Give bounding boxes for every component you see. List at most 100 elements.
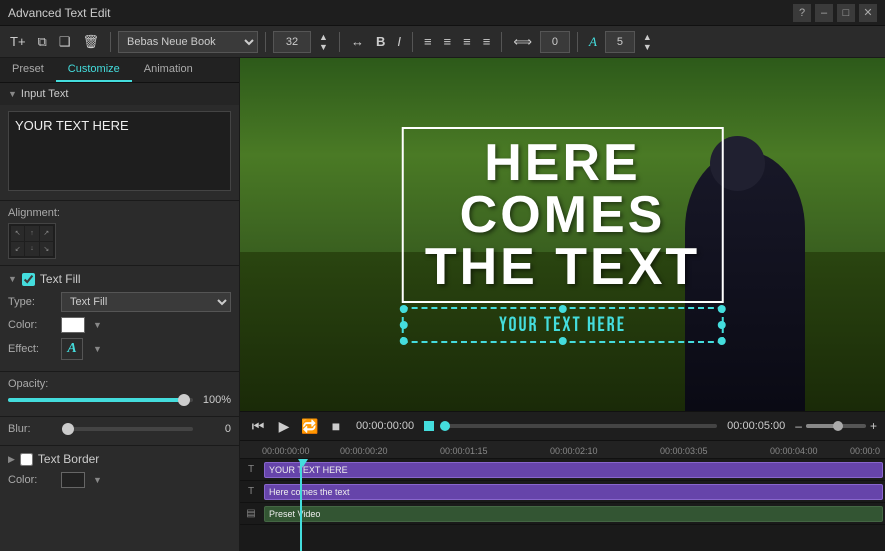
tab-preset[interactable]: Preset bbox=[0, 58, 56, 82]
minimize-button[interactable]: – bbox=[815, 4, 833, 22]
title-bar-controls: ? – □ ✕ bbox=[793, 4, 877, 22]
overlay-sub-text-box[interactable]: YOUR TEXT HERE bbox=[401, 307, 724, 343]
border-dropdown-arrow[interactable]: ▼ bbox=[93, 475, 102, 485]
track-row-2: ▤ Preset Video bbox=[240, 503, 885, 525]
separator-6 bbox=[577, 32, 578, 52]
effect-button[interactable]: A bbox=[61, 338, 83, 360]
color-label: Color: bbox=[8, 319, 53, 331]
align-center-button[interactable]: ≡ bbox=[440, 32, 456, 51]
effect-label: Effect: bbox=[8, 343, 53, 355]
justify-button[interactable]: ≡ bbox=[479, 32, 495, 51]
handle-top-left[interactable] bbox=[399, 305, 407, 313]
font-family-select[interactable]: Bebas Neue Book bbox=[118, 31, 258, 53]
track-content-0: YOUR TEXT HERE bbox=[262, 462, 885, 478]
add-text-button[interactable]: T+ bbox=[6, 32, 30, 51]
opacity-input[interactable] bbox=[540, 31, 570, 53]
text-fill-header: ▼ Text Fill bbox=[8, 272, 231, 286]
handle-middle-left[interactable] bbox=[399, 321, 407, 329]
paste-button[interactable]: ❑ bbox=[55, 32, 75, 52]
skip-start-button[interactable]: ⏮ bbox=[248, 416, 268, 436]
opacity-value: 100% bbox=[199, 394, 231, 406]
color-swatch[interactable] bbox=[61, 317, 85, 333]
help-button[interactable]: ? bbox=[793, 4, 811, 22]
input-text-area: YOUR TEXT HERE bbox=[0, 105, 239, 201]
handle-middle-right[interactable] bbox=[718, 321, 726, 329]
progress-thumb[interactable] bbox=[440, 421, 450, 431]
clip-label-2: Preset Video bbox=[269, 509, 320, 519]
text-effect-up[interactable]: ▲▼ bbox=[639, 30, 656, 54]
type-label: Type: bbox=[8, 296, 53, 308]
align-bottom-center[interactable]: ↓ bbox=[25, 242, 38, 257]
text-fill-checkbox[interactable] bbox=[22, 273, 35, 286]
clip-0[interactable]: YOUR TEXT HERE bbox=[264, 462, 883, 478]
text-effect-button[interactable]: A bbox=[585, 32, 601, 52]
handle-bottom-middle[interactable] bbox=[559, 337, 567, 345]
text-border-label: Text Border bbox=[38, 452, 99, 466]
align-left-button[interactable]: ≡ bbox=[420, 32, 436, 51]
border-color-swatch[interactable] bbox=[61, 472, 85, 488]
bold-button[interactable]: B bbox=[372, 32, 389, 51]
ruler-mark-2: 00:00:01:15 bbox=[440, 446, 488, 456]
total-time: 00:00:05:00 bbox=[727, 420, 785, 432]
ruler-mark-6: 00:00:0 bbox=[850, 446, 880, 456]
tab-customize[interactable]: Customize bbox=[56, 58, 132, 82]
align-top-center[interactable]: ↑ bbox=[25, 226, 38, 241]
separator-4 bbox=[412, 32, 413, 52]
text-fill-arrow: ▼ bbox=[8, 274, 17, 284]
type-select[interactable]: Text Fill bbox=[61, 292, 231, 312]
align-top-right[interactable]: ↗ bbox=[40, 226, 53, 241]
spacing-button[interactable]: ⟺ bbox=[509, 32, 536, 52]
text-effect-value[interactable] bbox=[605, 31, 635, 53]
input-text-label: Input Text bbox=[21, 88, 69, 100]
close-button[interactable]: ✕ bbox=[859, 4, 877, 22]
color-dropdown-arrow[interactable]: ▼ bbox=[93, 320, 102, 330]
color-row: Color: ▼ bbox=[8, 317, 231, 333]
handle-bottom-left[interactable] bbox=[399, 337, 407, 345]
progress-track[interactable] bbox=[440, 424, 717, 428]
align-bottom-right[interactable]: ↘ bbox=[40, 242, 53, 257]
blur-thumb[interactable] bbox=[62, 423, 74, 435]
alignment-section: Alignment: ↖ ↑ ↗ ↙ ↓ ↘ bbox=[0, 201, 239, 266]
border-color-row: Color: ▼ bbox=[8, 472, 231, 488]
tab-animation[interactable]: Animation bbox=[132, 58, 205, 82]
text-input[interactable]: YOUR TEXT HERE bbox=[8, 111, 231, 191]
alignment-grid: ↖ ↑ ↗ ↙ ↓ ↘ bbox=[8, 223, 56, 259]
copy-button[interactable]: ⧉ bbox=[34, 32, 51, 52]
zoom-out-button[interactable]: – bbox=[795, 419, 802, 433]
input-text-header[interactable]: ▼ Input Text bbox=[0, 83, 239, 105]
timeline: 00:00:00:00 00:00:00:20 00:00:01:15 00:0… bbox=[240, 441, 885, 551]
blur-track[interactable] bbox=[62, 427, 193, 431]
italic-button[interactable]: I bbox=[393, 32, 405, 51]
font-size-input[interactable] bbox=[273, 31, 311, 53]
loop-button[interactable]: 🔁 bbox=[300, 416, 320, 436]
alignment-label: Alignment: bbox=[8, 207, 231, 219]
ruler-mark-1: 00:00:00:20 bbox=[340, 446, 388, 456]
opacity-track[interactable] bbox=[8, 398, 193, 402]
play-button[interactable]: ▶ bbox=[274, 416, 294, 436]
main-layout: Preset Customize Animation ▼ Input Text … bbox=[0, 58, 885, 551]
align-bottom-left[interactable]: ↙ bbox=[11, 242, 24, 257]
font-size-up[interactable]: ▲▼ bbox=[315, 30, 332, 54]
opacity-section: Opacity: 100% bbox=[0, 372, 239, 417]
zoom-thumb[interactable] bbox=[833, 421, 843, 431]
clip-2[interactable]: Preset Video bbox=[264, 506, 883, 522]
text-border-checkbox[interactable] bbox=[20, 453, 33, 466]
opacity-label: Opacity: bbox=[8, 378, 48, 390]
clip-1[interactable]: Here comes the text bbox=[264, 484, 883, 500]
separator-2 bbox=[265, 32, 266, 52]
handle-bottom-right[interactable] bbox=[718, 337, 726, 345]
separator-1 bbox=[110, 32, 111, 52]
align-right-button[interactable]: ≡ bbox=[459, 32, 475, 51]
handle-top-middle[interactable] bbox=[559, 305, 567, 313]
align-top-left[interactable]: ↖ bbox=[11, 226, 24, 241]
effect-dropdown-arrow[interactable]: ▼ bbox=[93, 344, 102, 354]
tracking-button[interactable]: ↔ bbox=[347, 32, 368, 51]
delete-button[interactable]: 🗑 bbox=[79, 32, 104, 52]
timeline-ruler: 00:00:00:00 00:00:00:20 00:00:01:15 00:0… bbox=[240, 441, 885, 459]
zoom-slider[interactable] bbox=[806, 424, 866, 428]
restore-button[interactable]: □ bbox=[837, 4, 855, 22]
zoom-in-button[interactable]: + bbox=[870, 419, 877, 433]
stop-button[interactable]: ■ bbox=[326, 416, 346, 436]
handle-top-right[interactable] bbox=[718, 305, 726, 313]
opacity-thumb[interactable] bbox=[178, 394, 190, 406]
